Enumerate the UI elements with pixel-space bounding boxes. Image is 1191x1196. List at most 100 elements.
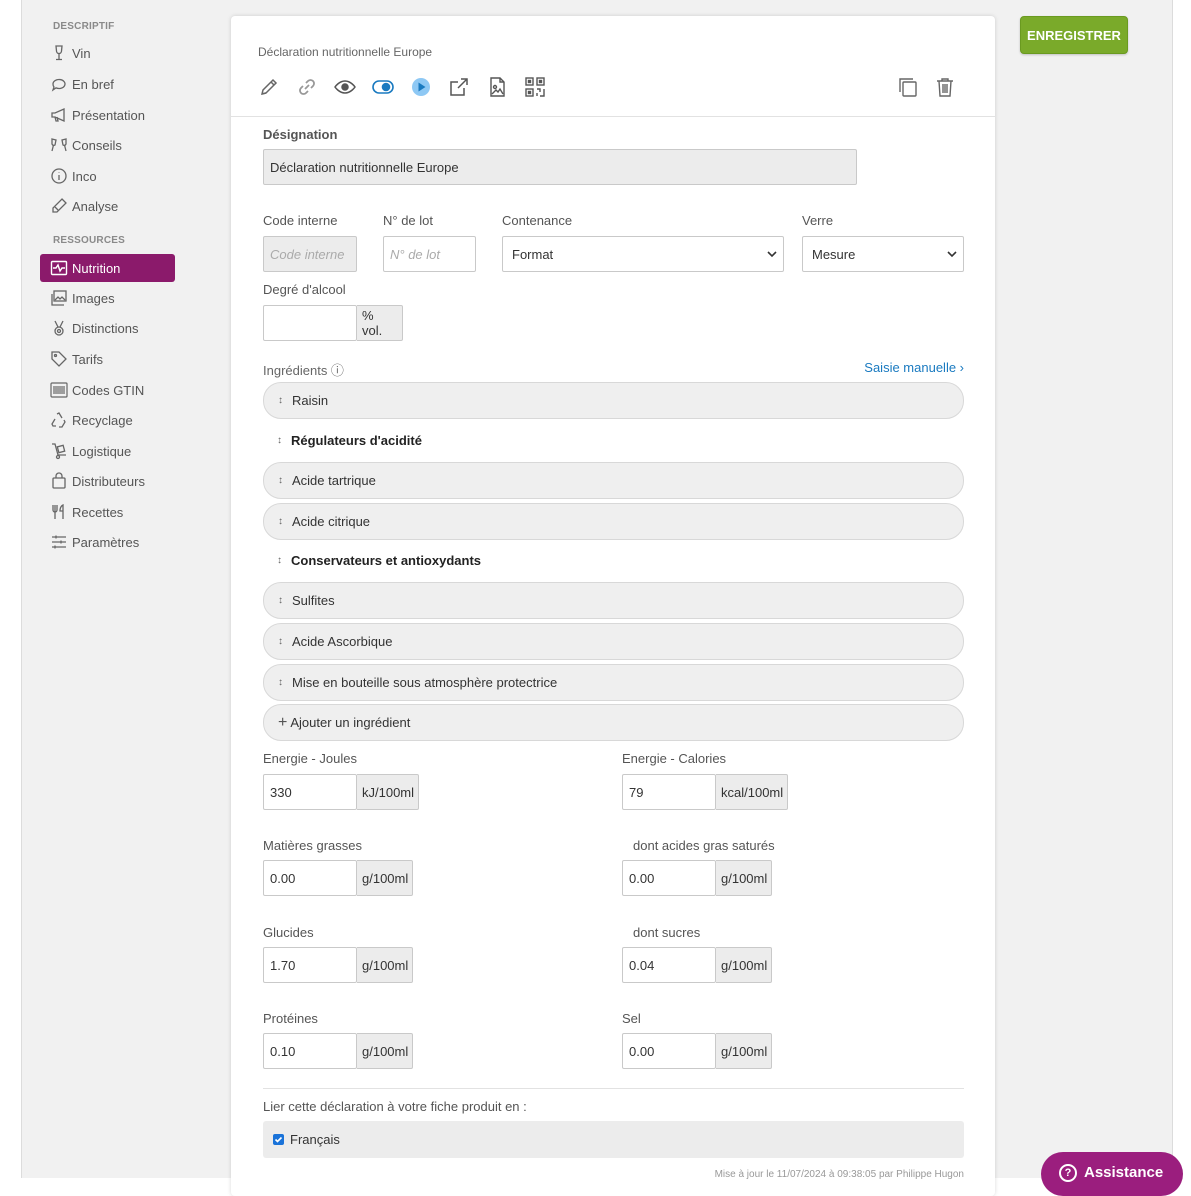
card-header: Déclaration nutritionnelle Europe: [231, 16, 995, 117]
add-ingredient-button[interactable]: + Ajouter un ingrédient: [263, 704, 964, 741]
energie-calories-unit: kcal/100ml: [716, 774, 788, 810]
ingredient-group[interactable]: ↕ Régulateurs d'acidité: [277, 433, 422, 448]
sidebar-item-distinctions[interactable]: Distinctions: [40, 314, 175, 342]
sidebar-item-label: Logistique: [72, 443, 132, 459]
sidebar-item-distributeurs[interactable]: Distributeurs: [40, 467, 175, 495]
drag-handle-icon[interactable]: ↕: [278, 677, 286, 688]
glucides-input[interactable]: 1.70: [263, 947, 357, 983]
sliders-icon: [52, 535, 66, 549]
code-interne-input[interactable]: Code interne: [263, 236, 357, 272]
ingredients-label: Ingrédients ⓘ: [263, 363, 344, 378]
sidebar-item-nutrition[interactable]: Nutrition: [40, 254, 175, 282]
sel-input[interactable]: 0.00: [622, 1033, 716, 1069]
link-icon[interactable]: [296, 74, 334, 100]
pencil-icon[interactable]: [258, 74, 296, 100]
sidebar-item-vin[interactable]: Vin: [40, 39, 175, 67]
sidebar-item-logistique[interactable]: Logistique: [40, 437, 175, 465]
trash-icon[interactable]: [926, 74, 963, 100]
link-label: Lier cette déclaration à votre fiche pro…: [263, 1099, 527, 1114]
sidebar-item-conseils[interactable]: Conseils: [40, 131, 175, 159]
chevron-down-icon: [947, 251, 957, 258]
drag-handle-icon[interactable]: ↕: [278, 595, 286, 606]
external-link-icon[interactable]: [448, 74, 486, 100]
matieres-grasses-unit: g/100ml: [357, 860, 413, 896]
toggle-icon[interactable]: [372, 74, 410, 100]
ingredient-item[interactable]: ↕ Mise en bouteille sous atmosphère prot…: [263, 664, 964, 701]
sidebar-item-codes-gtin[interactable]: Codes GTIN: [40, 376, 175, 404]
ingredient-item[interactable]: ↕ Acide tartrique: [263, 462, 964, 499]
contenance-select[interactable]: Format: [502, 236, 784, 272]
drag-handle-icon[interactable]: ↕: [277, 555, 285, 566]
sidebar-item-tarifs[interactable]: Tarifs: [40, 345, 175, 373]
save-button[interactable]: ENREGISTRER: [1020, 16, 1128, 54]
checkbox[interactable]: [273, 1134, 284, 1145]
copy-icon[interactable]: [889, 74, 926, 100]
sel-unit: g/100ml: [716, 1033, 772, 1069]
sidebar-item-analyse[interactable]: Analyse: [40, 192, 175, 220]
verre-select[interactable]: Mesure: [802, 236, 964, 272]
qr-code-icon[interactable]: [524, 74, 562, 100]
sidebar-item-label: Inco: [72, 168, 97, 184]
ingredient-item[interactable]: ↕ Sulfites: [263, 582, 964, 619]
proteines-label: Protéines: [263, 1011, 318, 1026]
sidebar-item-en-bref[interactable]: En bref: [40, 70, 175, 98]
file-image-icon[interactable]: [486, 74, 524, 100]
ingredient-item[interactable]: ↕ Acide citrique: [263, 503, 964, 540]
glasses-cheers-icon: [51, 138, 67, 152]
ingredient-label: Raisin: [292, 393, 329, 408]
ingredient-group-label: Régulateurs d'acidité: [291, 433, 422, 448]
saisie-manuelle-link[interactable]: Saisie manuelle ›: [864, 360, 964, 375]
sidebar-item-inco[interactable]: Inco: [40, 162, 175, 190]
designation-input[interactable]: Déclaration nutritionnelle Europe: [263, 149, 857, 185]
section-descriptif: DESCRIPTIF: [53, 21, 115, 32]
sidebar-item-recettes[interactable]: Recettes: [40, 498, 175, 526]
language-option[interactable]: Français: [263, 1121, 964, 1158]
sidebar-item-label: Recettes: [72, 504, 124, 520]
speech-bubble-icon: [51, 78, 66, 92]
sidebar-item-label: Conseils: [72, 137, 122, 153]
assistance-button[interactable]: ? Assistance: [1041, 1152, 1183, 1196]
drag-handle-icon[interactable]: ↕: [278, 475, 286, 486]
eye-icon[interactable]: [334, 74, 372, 100]
energie-calories-input[interactable]: 79: [622, 774, 716, 810]
ingredient-item[interactable]: ↕ Acide Ascorbique: [263, 623, 964, 660]
plus-icon: +: [278, 713, 288, 731]
ingredient-group[interactable]: ↕ Conservateurs et antioxydants: [277, 553, 481, 568]
proteines-input[interactable]: 0.10: [263, 1033, 357, 1069]
ingredient-item[interactable]: ↕ Raisin: [263, 382, 964, 419]
play-icon[interactable]: [410, 74, 448, 100]
sidebar-item-label: Images: [72, 290, 115, 306]
tag-icon: [51, 351, 67, 367]
proteines-unit: g/100ml: [357, 1033, 413, 1069]
sidebar-item-images[interactable]: Images: [40, 284, 175, 312]
acides-gras-input[interactable]: 0.00: [622, 860, 716, 896]
sidebar-item-label: Paramètres: [72, 534, 140, 550]
sucres-input[interactable]: 0.04: [622, 947, 716, 983]
sidebar-item-presentation[interactable]: Présentation: [40, 101, 175, 129]
sel-label: Sel: [622, 1011, 641, 1026]
matieres-grasses-input[interactable]: 0.00: [263, 860, 357, 896]
recycle-icon: [51, 412, 66, 428]
drag-handle-icon[interactable]: ↕: [278, 636, 286, 647]
verre-label: Verre: [802, 213, 834, 228]
drag-handle-icon[interactable]: ↕: [277, 435, 285, 446]
drag-handle-icon[interactable]: ↕: [278, 516, 286, 527]
sidebar-item-label: Présentation: [72, 107, 145, 123]
drag-handle-icon[interactable]: ↕: [278, 395, 286, 406]
sidebar-item-label: Vin: [72, 45, 91, 61]
sidebar-item-recyclage[interactable]: Recyclage: [40, 406, 175, 434]
degre-input[interactable]: [263, 305, 357, 341]
pipette-icon: [52, 198, 67, 213]
glucides-label: Glucides: [263, 925, 314, 940]
sidebar-item-label: Distinctions: [72, 320, 139, 336]
sidebar-item-parametres[interactable]: Paramètres: [40, 528, 175, 556]
ingredient-label: Acide citrique: [292, 514, 371, 529]
contenance-label: Contenance: [502, 213, 573, 228]
images-icon: [51, 290, 67, 306]
energie-joules-input[interactable]: 330: [263, 774, 357, 810]
lot-input[interactable]: N° de lot: [383, 236, 476, 272]
toolbar: [258, 74, 562, 100]
ingredient-label: Acide Ascorbique: [292, 634, 393, 649]
sucres-label: dont sucres: [633, 925, 701, 940]
sidebar-item-label: Recyclage: [72, 412, 133, 428]
